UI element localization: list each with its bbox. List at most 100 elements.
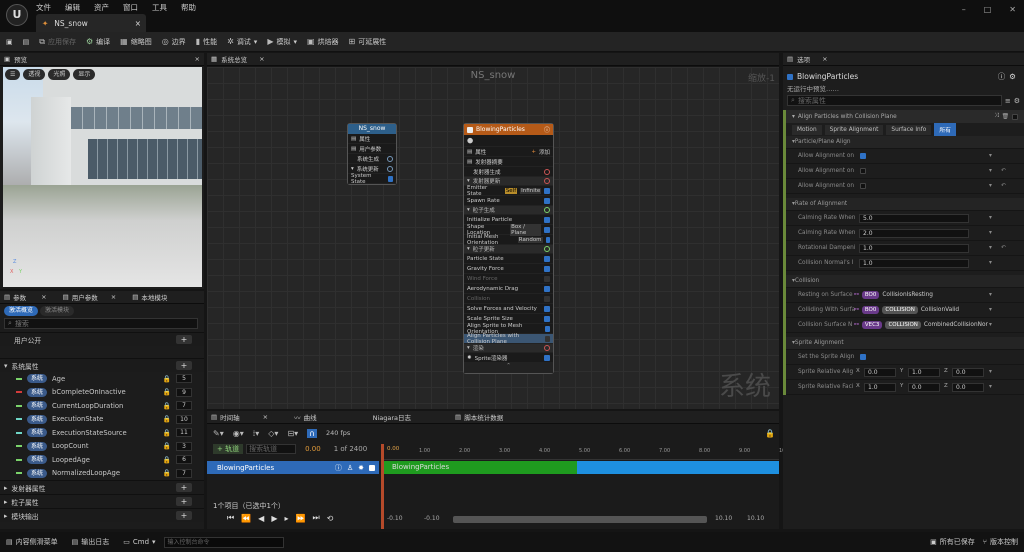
preview-viewport[interactable]: ☰ 透视 光照 显示 Z X Y <box>3 67 202 287</box>
align-collision-plane-row[interactable]: Align Particles with Collision Plane <box>464 333 553 345</box>
particle-update-section[interactable]: ▾ 粒子更新 <box>464 245 553 254</box>
collapse-node-icon[interactable]: ⌃ <box>464 363 553 373</box>
emitter-lifetime-bar[interactable]: BlowingParticles <box>384 461 577 474</box>
param-value[interactable]: 3 <box>176 441 192 451</box>
menu-help[interactable]: 帮助 <box>181 2 196 13</box>
compile-button[interactable]: ⚙ 编译 <box>86 37 110 47</box>
next-key-icon[interactable]: ⏩ <box>296 514 306 523</box>
expand-icon[interactable]: ▾ <box>989 322 992 328</box>
save-icon[interactable]: ▣ <box>6 38 13 46</box>
param-row[interactable]: 系统 ExecutionStateSource 🔒 11 <box>0 426 204 440</box>
attribute-name[interactable]: CombinedCollisionNor <box>924 322 988 328</box>
param-value[interactable]: 10 <box>176 414 192 424</box>
allow-alignment-checkbox-2[interactable] <box>860 168 866 174</box>
allow-alignment-checkbox-3[interactable] <box>860 183 866 189</box>
cmd-dropdown[interactable]: ▭ Cmd ▾ <box>123 538 155 546</box>
baker-button[interactable]: ▣ 烘焙器 <box>307 37 339 47</box>
track-user-icon[interactable]: ♙ <box>347 464 353 472</box>
simulate-button[interactable]: ▶ 模拟 ▾ <box>267 37 297 47</box>
vector-y-input[interactable]: 0.0 <box>908 383 940 392</box>
close-preview-icon[interactable]: × <box>195 55 200 63</box>
system-node-state[interactable]: System State <box>348 173 396 185</box>
jump-end-icon[interactable]: ⏭ <box>312 513 319 523</box>
expand-icon[interactable]: ▾ <box>989 369 992 375</box>
play-icon[interactable]: ▶ <box>271 514 277 523</box>
tab-motion[interactable]: Motion <box>792 124 822 135</box>
show-button[interactable]: 显示 <box>73 69 96 80</box>
collision-section[interactable]: ▾ Collision <box>786 275 1024 288</box>
bounds-button[interactable]: ◎ 边界 <box>162 37 186 47</box>
module-header[interactable]: ▾ Align Particles with Collision Plane ⤨ … <box>786 110 1024 123</box>
vector-y-input[interactable]: 1.0 <box>908 368 940 377</box>
magnet-icon[interactable]: ∩ <box>307 428 318 438</box>
attribute-name[interactable]: CollisionIsResting <box>882 292 933 298</box>
system-node[interactable]: NS_snow ▤ 属性 ▤ 用户参数 系统生成 ▾ 系统更新 System Stat… <box>347 123 397 185</box>
add-particle-attr-button[interactable]: + <box>176 497 192 506</box>
scalability-button[interactable]: ⊞ 可延展性 <box>349 37 387 47</box>
document-tab[interactable]: ✦ NS_snow × <box>36 14 146 32</box>
param-row[interactable]: 系统 Age 🔒 5 <box>0 372 204 386</box>
solve-forces-row[interactable]: Solve Forces and Velocity <box>464 304 553 314</box>
add-module-button[interactable]: + <box>531 149 536 155</box>
console-input[interactable]: 输入控制台命令 <box>163 536 284 548</box>
step-forward-icon[interactable]: ▸ <box>284 514 288 523</box>
rate-section[interactable]: ▾ Rate of Alignment <box>786 198 1024 211</box>
current-time[interactable]: 0.00 <box>305 445 321 453</box>
param-value[interactable]: 7 <box>176 401 192 411</box>
add-user-param-button[interactable]: + <box>176 335 192 344</box>
tab-user-params[interactable]: ▤ 用户参数 × <box>63 292 117 302</box>
sprite-renderer-row[interactable]: ✸ Sprite渲染器 <box>464 353 553 363</box>
details-search[interactable]: ⌕ 搜索属性 <box>787 95 1002 106</box>
param-value[interactable]: 11 <box>176 428 192 438</box>
menu-window[interactable]: 窗口 <box>123 2 138 13</box>
vector-x-input[interactable]: 0.0 <box>864 368 896 377</box>
param-value[interactable]: 7 <box>176 468 192 478</box>
particle-state-row[interactable]: Particle State <box>464 254 553 264</box>
output-log-button[interactable]: ▤ 输出日志 <box>72 537 110 547</box>
lit-button[interactable]: 光照 <box>48 69 71 80</box>
time-ruler[interactable]: 0.00 1.00 2.00 3.00 4.00 5.00 6.00 7.00 8.00 9.0… <box>381 446 793 460</box>
rate-value-input[interactable]: 5.0 <box>859 214 969 223</box>
param-row[interactable]: 系统 LoopCount 🔒 3 <box>0 440 204 454</box>
mesh-orientation-row[interactable]: Initial Mesh Orientation Random <box>464 234 553 246</box>
details-enable-checkbox[interactable] <box>787 73 793 80</box>
aerodynamic-drag-row[interactable]: Aerodynamic Drag <box>464 284 553 294</box>
track-enable-checkbox[interactable] <box>369 464 375 471</box>
rate-value-input[interactable]: 1.0 <box>859 244 969 253</box>
emitter-properties-row[interactable]: ▤ 属性 + 添加 <box>464 147 553 157</box>
emitter-summary-row[interactable]: ▤ 发射器摘要 <box>464 157 553 167</box>
keyframe-icon[interactable]: ◇▾ <box>268 429 278 438</box>
apply-save-button[interactable]: ⧉ 应用保存 <box>39 37 76 47</box>
menu-tools[interactable]: 工具 <box>152 2 167 13</box>
maximize-icon[interactable]: □ <box>984 5 992 14</box>
prev-key-icon[interactable]: ⏪ <box>241 514 251 523</box>
reset-icon[interactable]: ↶ <box>1001 245 1006 251</box>
rate-value-input[interactable]: 2.0 <box>859 229 969 238</box>
expand-icon[interactable]: ▾ <box>989 260 992 266</box>
filter-icon[interactable]: ≡ <box>1005 97 1011 105</box>
sprite-align-section[interactable]: ▾ Sprite Alignment <box>786 337 1024 350</box>
version-control-button[interactable]: ⑂ 版本控制 <box>983 537 1018 547</box>
vector-x-input[interactable]: 1.0 <box>864 383 896 392</box>
emitter-state-row[interactable]: Emitter State Self Infinite <box>464 185 553 197</box>
system-overview-tab[interactable]: ▦ 系统总览 × <box>207 53 779 66</box>
plane-align-section[interactable]: ▾ Particle/Plane Align <box>786 136 1024 149</box>
tab-curves[interactable]: 〰曲线 <box>294 412 317 422</box>
wind-force-row[interactable]: Wind Force <box>464 274 553 284</box>
viewport-menu-button[interactable]: ☰ <box>5 69 21 80</box>
param-row[interactable]: 系统 NormalizedLoopAge 🔒 7 <box>0 467 204 481</box>
jump-start-icon[interactable]: ⏮ <box>227 513 234 523</box>
menu-file[interactable]: 文件 <box>36 2 51 13</box>
track-row[interactable]: BlowingParticles ⓘ ♙ ✸ <box>207 461 379 474</box>
track-info-icon[interactable]: ⓘ <box>335 463 342 473</box>
system-overview-graph[interactable]: NS_snow 缩放-1 系统 NS_snow ▤ 属性 ▤ 用户参数 系统生成 ▾… <box>207 67 779 409</box>
settings-icon[interactable]: ⚙ <box>1009 72 1016 81</box>
perspective-button[interactable]: 透视 <box>23 69 46 80</box>
step-back-icon[interactable]: ◀ <box>258 514 264 523</box>
sprite-align-checkbox[interactable] <box>860 354 866 360</box>
filter-inactive-button[interactable]: 激活模块 <box>40 305 75 316</box>
saved-status[interactable]: ▣ 所有已保存 <box>930 537 975 547</box>
expand-icon[interactable]: ▾ <box>989 384 992 390</box>
param-row[interactable]: 系统 CurrentLoopDuration 🔒 7 <box>0 399 204 413</box>
render-section[interactable]: ▾ 渲染 <box>464 344 553 353</box>
